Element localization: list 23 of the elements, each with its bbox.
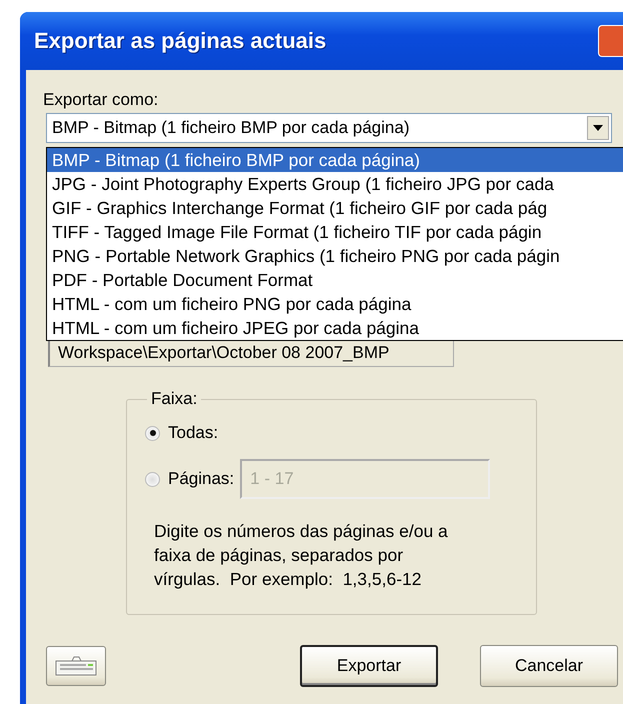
dropdown-option[interactable]: BMP - Bitmap (1 ficheiro BMP por cada página) — [47, 148, 623, 172]
dropdown-option[interactable]: JPG - Joint Photography Experts Group (1 ficheiro JPG por cada — [47, 172, 623, 196]
keyboard-icon — [55, 655, 97, 677]
export-button[interactable]: Exportar — [300, 645, 438, 687]
field-label: Exportar como: — [43, 90, 160, 110]
group-title: Faixa: — [150, 389, 198, 409]
dropdown-option[interactable]: GIF - Graphics Interchange Format (1 ficheiro GIF por cada pág — [47, 196, 623, 220]
keyboard-button[interactable] — [46, 646, 106, 686]
path-field[interactable]: Workspace\Exportar\October 08 2007_BMP — [48, 339, 454, 367]
dropdown-option[interactable]: TIFF - Tagged Image File Format (1 ficheiro TIF por cada págin — [47, 220, 623, 244]
dropdown-option[interactable]: HTML - com um ficheiro PNG por cada página — [47, 292, 623, 316]
dropdown-option[interactable]: HTML - com um ficheiro JPEG por cada página — [47, 316, 623, 340]
dropdown-option[interactable]: PDF - Portable Document Format — [47, 268, 623, 292]
help-text: Digite os números das páginas e/ou a faixa de páginas, separados por vírgulas. Por exemplo: 1,3,5,6-12 — [154, 520, 449, 591]
radio-label: Páginas: — [168, 469, 234, 489]
radio-button[interactable] — [145, 426, 160, 440]
dropdown-option[interactable]: PNG - Portable Network Graphics (1 ficheiro PNG por cada págin — [47, 244, 623, 268]
format-dropdown[interactable]: BMP - Bitmap (1 ficheiro BMP por cada página) — [46, 113, 612, 143]
radio-button[interactable] — [145, 472, 160, 486]
window-title: Exportar as páginas actuais — [34, 28, 326, 54]
cancel-button[interactable]: Cancelar — [480, 645, 618, 687]
radio-label: Todas: — [168, 423, 218, 443]
close-button[interactable] — [598, 25, 623, 57]
